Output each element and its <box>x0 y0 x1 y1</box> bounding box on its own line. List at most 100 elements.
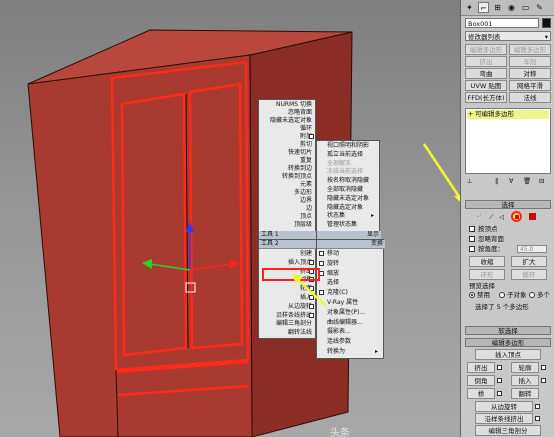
quad-left-top-item[interactable]: 转换到顶点 <box>282 173 312 181</box>
quad-left-top-item[interactable]: 重复 <box>300 157 312 165</box>
make-unique-icon[interactable]: ∀ <box>509 177 513 185</box>
create-tab-icon[interactable]: ✦ <box>464 2 475 13</box>
modifier-button[interactable]: 弯曲 <box>465 68 507 79</box>
flip-button[interactable]: 翻转 <box>511 388 539 399</box>
quad-left-top-item[interactable]: 边界 <box>300 197 312 205</box>
quad-right-top-item[interactable]: 全部取消隐藏 <box>327 186 363 194</box>
perspective-viewport[interactable]: NURMS 切换 忽略背面 隐藏未选定对象 循环 附加 剪切 快速切片 重复 转换到边 转换到顶点… <box>0 0 460 437</box>
insert-vertex-button[interactable]: 插入顶点 <box>475 349 541 360</box>
object-name-field[interactable]: Box001 <box>465 18 539 28</box>
extrude-button[interactable]: 挤出 <box>467 362 495 373</box>
modifier-button[interactable]: 网格平滑 <box>509 80 551 91</box>
quad-left-top-item[interactable]: 剪切 <box>300 141 312 149</box>
quad-right-bottom-item[interactable]: 对象属性(P)... <box>327 309 365 317</box>
quad-right-top-item[interactable]: 冻结当前选择 <box>327 168 363 176</box>
modifier-button[interactable]: 对称 <box>509 68 551 79</box>
quad-left-bottom-item[interactable]: 沿样条线挤出 <box>276 312 312 320</box>
quad-left-top-item[interactable]: 忽略背面 <box>288 109 312 117</box>
quad-right-top-item[interactable]: 隐藏选定对象 <box>327 204 363 212</box>
bevel-button[interactable]: 倒角 <box>467 375 495 386</box>
quad-right-top-item[interactable]: 管理状态集 <box>327 221 357 229</box>
quad-left-top-item[interactable]: 边 <box>306 205 312 213</box>
quad-left-top-item[interactable]: 多边形 <box>294 189 312 197</box>
quad-left-bottom-item[interactable]: 翻转法线 <box>288 329 312 337</box>
quad-right-top-item[interactable]: 视口照明和阴影 <box>327 142 369 150</box>
modifier-button[interactable]: 编辑多边形 <box>509 44 551 55</box>
quad-right-top-item[interactable]: 状态集 <box>327 212 345 220</box>
quad-right-top-item[interactable]: 孤立当前选择 <box>327 151 363 159</box>
angle-spinner[interactable]: 45.0 <box>517 245 547 253</box>
quad-right-bottom-item[interactable]: 曲线编辑器... <box>327 319 363 327</box>
quad-right-bottom-item[interactable]: 转换为 <box>327 348 345 356</box>
hierarchy-tab-icon[interactable]: ⊞ <box>492 2 503 13</box>
bridge-button[interactable]: 桥 <box>467 388 495 399</box>
quad-right-bottom-item[interactable]: V-Ray 属性 <box>327 299 358 307</box>
quad-right-bottom-item[interactable]: 移动 <box>327 250 339 258</box>
utilities-tab-icon[interactable]: ✎ <box>534 2 545 13</box>
outline-settings-icon[interactable] <box>541 365 546 370</box>
modifier-button[interactable]: 车削 <box>509 56 551 67</box>
pin-stack-icon[interactable]: ⊥ <box>467 177 473 185</box>
ring-button[interactable]: 环形 <box>469 269 505 280</box>
vertex-mode-icon[interactable]: ·˙ <box>477 213 482 221</box>
quad-right-top-item[interactable]: 按名称取消隐藏 <box>327 177 369 185</box>
quad-right-bottom-item[interactable]: 摄影表... <box>327 328 351 336</box>
quad-right-top-item[interactable]: 隐藏未选定对象 <box>327 195 369 203</box>
modifier-button[interactable]: 挤出 <box>465 56 507 67</box>
modify-tab-icon[interactable]: ⌐ <box>478 2 489 13</box>
settings-box-icon[interactable] <box>309 312 314 318</box>
radio-subobject[interactable] <box>499 292 505 298</box>
edge-mode-icon[interactable]: ⟋ <box>489 213 494 221</box>
edit-polygons-rollout[interactable]: 编辑多边形 <box>465 338 551 347</box>
quad-left-top-item[interactable]: 快速切片 <box>288 149 312 157</box>
motion-tab-icon[interactable]: ◉ <box>506 2 517 13</box>
object-color-swatch[interactable] <box>542 18 551 28</box>
settings-box-icon[interactable] <box>319 251 324 256</box>
edit-triangulation-button[interactable]: 编辑三角剖分 <box>475 425 541 436</box>
selection-rollout-header[interactable]: 选择 <box>465 200 551 209</box>
modifier-button[interactable]: UVW 贴图 <box>465 80 507 91</box>
polygon-mode-icon[interactable] <box>511 211 522 222</box>
by-angle-checkbox[interactable] <box>469 246 475 252</box>
quad-right-bottom-item[interactable]: 克隆(C) <box>327 289 348 297</box>
radio-disabled[interactable] <box>469 292 475 298</box>
settings-box-icon[interactable] <box>309 134 314 139</box>
ignore-backfacing-checkbox[interactable] <box>469 236 475 242</box>
inset-settings-icon[interactable] <box>541 378 546 383</box>
settings-box-icon[interactable] <box>309 259 314 265</box>
quad-left-top-item[interactable]: 元素 <box>300 181 312 189</box>
remove-modifier-icon[interactable]: 🗑 <box>523 177 531 185</box>
soft-selection-rollout[interactable]: 软选择 <box>465 326 551 335</box>
outline-button[interactable]: 轮廓 <box>511 362 539 373</box>
display-tab-icon[interactable]: ▭ <box>520 2 531 13</box>
extrude-spline-button[interactable]: 沿样条线挤出 <box>475 413 533 424</box>
quad-left-bottom-item[interactable]: 编辑三角剖分 <box>276 320 312 328</box>
configure-icon[interactable]: ⊟ <box>539 177 544 185</box>
hinge-button[interactable]: 从边旋转 <box>475 401 533 412</box>
bridge-settings-icon[interactable] <box>497 391 502 396</box>
quad-right-top-item[interactable]: 全部解冻 <box>327 160 351 168</box>
by-vertex-checkbox[interactable] <box>469 226 475 232</box>
extrude-settings-icon[interactable] <box>497 365 502 370</box>
modifier-list-dropdown[interactable]: 修改器列表 ▾ <box>465 31 551 41</box>
hinge-settings-icon[interactable] <box>535 404 540 409</box>
extrude-spline-settings-icon[interactable] <box>535 416 540 421</box>
loop-button[interactable]: 循环 <box>511 269 547 280</box>
modifier-button[interactable]: 法线 <box>509 92 551 103</box>
quad-left-top-item[interactable]: NURMS 切换 <box>276 101 312 109</box>
stack-item-editable-poly[interactable]: + 可编辑多边形 <box>467 110 549 119</box>
quad-right-bottom-item[interactable]: 旋转 <box>327 260 339 268</box>
quad-left-top-item[interactable]: 隐藏未选定对象 <box>270 117 312 125</box>
quad-left-top-item[interactable]: 循环 <box>300 125 312 133</box>
bevel-settings-icon[interactable] <box>497 378 502 383</box>
inset-button[interactable]: 插入 <box>511 375 539 386</box>
expand-icon[interactable]: + <box>468 110 473 119</box>
quad-left-bottom-item[interactable]: 创建 <box>300 250 312 258</box>
grow-button[interactable]: 扩大 <box>511 256 547 267</box>
modifier-button[interactable]: 编辑多边形 <box>465 44 507 55</box>
quad-right-bottom-item[interactable]: 连线参数 <box>327 338 351 346</box>
border-mode-icon[interactable]: ◁ <box>499 213 504 221</box>
element-mode-icon[interactable] <box>529 213 536 220</box>
settings-box-icon[interactable] <box>319 260 324 266</box>
radio-multi[interactable] <box>529 292 535 298</box>
